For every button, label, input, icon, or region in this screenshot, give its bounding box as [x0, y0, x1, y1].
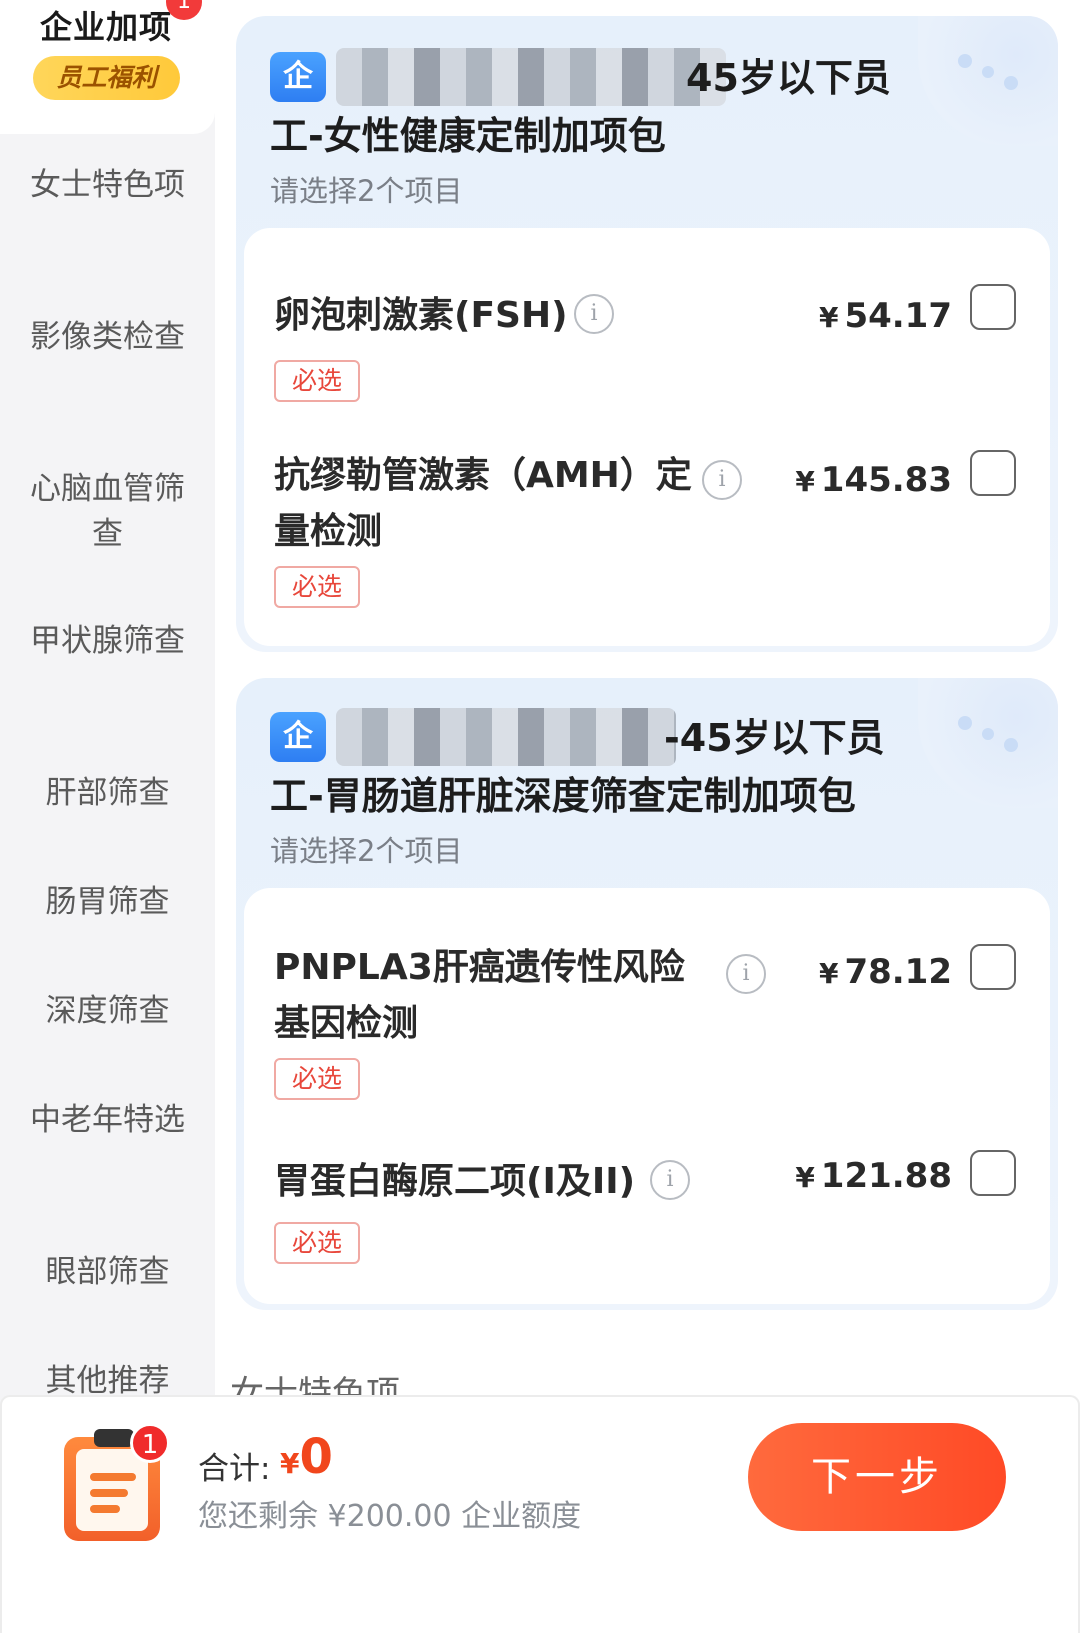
item-name: 抗缪勒管激素（AMH）定量检测 [274, 455, 692, 552]
item-checkbox[interactable] [970, 284, 1016, 330]
required-tag: 必选 [274, 566, 360, 608]
total-label: 合计: [198, 1451, 271, 1487]
enterprise-badge: 企 [270, 52, 326, 102]
sidebar-item-enterprise[interactable]: 企业加项 1 员工福利 [0, 0, 215, 134]
sidebar-item-women[interactable]: 女士特色项 [0, 163, 215, 208]
sidebar-item-thyroid[interactable]: 甲状腺筛查 [0, 619, 215, 664]
package-subtitle: 请选择2个项目 [270, 174, 463, 208]
total-amount: ¥0 [280, 1429, 333, 1485]
enterprise-badge: 企 [270, 712, 326, 762]
sidebar-item-imaging[interactable]: 影像类检查 [0, 315, 215, 360]
item-price: ¥145.83 [795, 460, 952, 500]
package-item-list: PNPLA3肝癌遗传性风险基因检测 i ¥78.12 必选 胃蛋白酶原二项(I及… [244, 888, 1050, 1304]
sidebar-item-cardio[interactable]: 心脑血管筛查 [0, 467, 215, 557]
info-icon[interactable]: i [574, 294, 614, 334]
sidebar-item-label: 企业加项 [40, 8, 173, 46]
info-icon[interactable]: i [726, 954, 766, 994]
package-title-line1: 45岁以下员 [686, 56, 891, 100]
item-price: ¥78.12 [818, 952, 952, 992]
cart-count-badge: 1 [130, 1423, 170, 1463]
employee-benefit-tag: 员工福利 [33, 56, 180, 100]
item-checkbox[interactable] [970, 1150, 1016, 1196]
redacted-name [336, 48, 726, 106]
required-tag: 必选 [274, 1058, 360, 1100]
sidebar-item-elderly[interactable]: 中老年特选 [0, 1098, 215, 1143]
required-tag: 必选 [274, 360, 360, 402]
info-icon[interactable]: i [650, 1160, 690, 1200]
item-checkbox[interactable] [970, 944, 1016, 990]
item-checkbox[interactable] [970, 450, 1016, 496]
clipboard-icon[interactable]: 1 [64, 1423, 170, 1545]
next-step-button[interactable]: 下一步 [748, 1423, 1006, 1531]
package-title-line2: 工-女性健康定制加项包 [270, 114, 666, 158]
sidebar-item-eye[interactable]: 眼部筛查 [0, 1250, 215, 1295]
checkout-bar: 1 合计: ¥0 您还剩余 ¥200.00 企业额度 下一步 [0, 1395, 1080, 1633]
item-price: ¥54.17 [818, 296, 952, 336]
item-name: 胃蛋白酶原二项(I及II) [274, 1161, 636, 1202]
item-price: ¥121.88 [795, 1156, 952, 1196]
sidebar-item-deep[interactable]: 深度筛查 [0, 989, 215, 1034]
item-name: 卵泡刺激素(FSH) [274, 295, 568, 336]
sidebar-item-gastro[interactable]: 肠胃筛查 [0, 880, 215, 925]
info-icon[interactable]: i [702, 460, 742, 500]
redacted-name [336, 708, 676, 766]
package-card: 企 45岁以下员 工-女性健康定制加项包 请选择2个项目 卵泡刺激素(FSH) … [236, 16, 1058, 652]
package-title-line2: 工-胃肠道肝脏深度筛查定制加项包 [270, 774, 856, 818]
package-title-line1: -45岁以下员 [664, 716, 885, 760]
package-item-list: 卵泡刺激素(FSH) i ¥54.17 必选 抗缪勒管激素（AMH）定量检测 i… [244, 228, 1050, 646]
remaining-quota: 您还剩余 ¥200.00 企业额度 [198, 1499, 582, 1534]
required-tag: 必选 [274, 1222, 360, 1264]
sidebar-item-liver[interactable]: 肝部筛查 [0, 771, 215, 816]
item-name: PNPLA3肝癌遗传性风险基因检测 [274, 947, 685, 1044]
category-sidebar: 企业加项 1 员工福利 女士特色项 影像类检查 心脑血管筛查 甲状腺筛查 肝部筛… [0, 0, 215, 1633]
package-subtitle: 请选择2个项目 [270, 834, 463, 868]
package-card: 企 -45岁以下员 工-胃肠道肝脏深度筛查定制加项包 请选择2个项目 PNPLA… [236, 678, 1058, 1310]
